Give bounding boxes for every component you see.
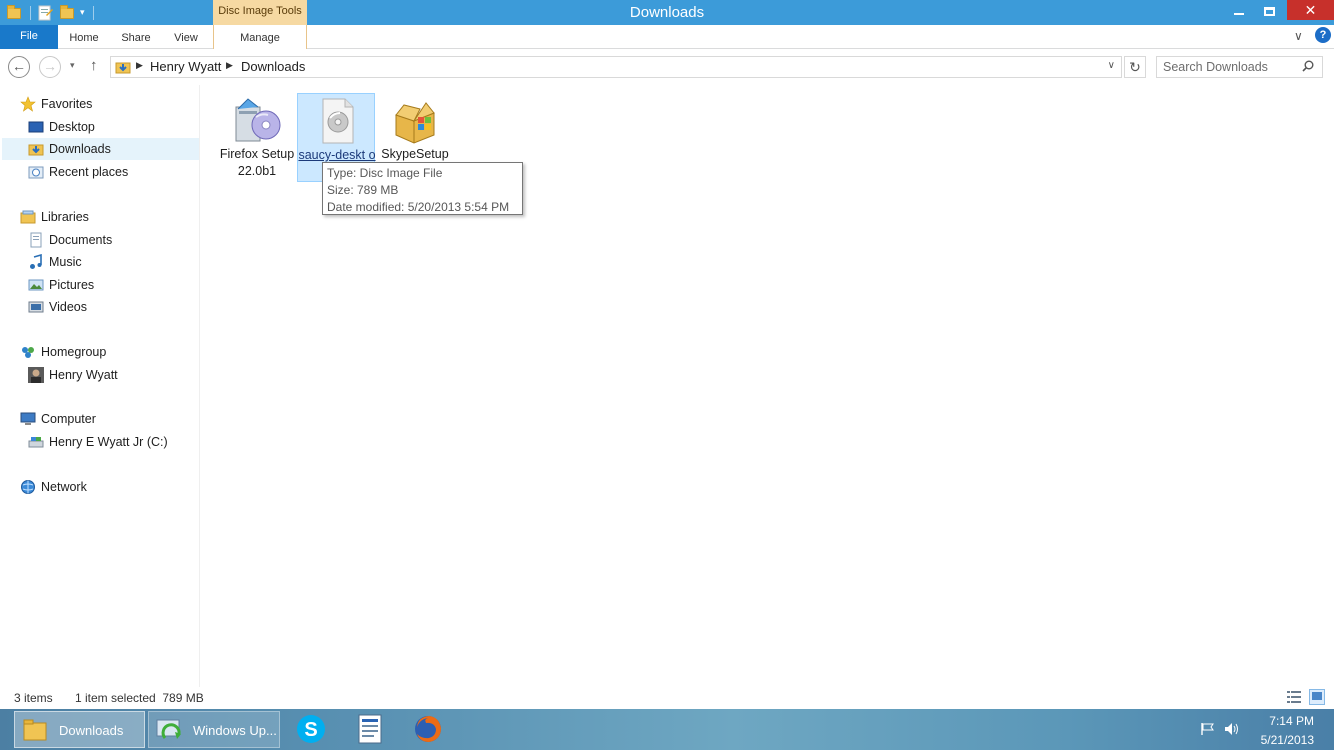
nav-item-music[interactable]: Music [28,251,198,273]
nav-homegroup[interactable]: Homegroup [20,341,198,363]
status-bar: 3 items 1 item selected 789 MB [0,687,1334,709]
forward-button[interactable]: → [39,56,61,78]
homegroup-icon [22,347,34,358]
clock-time[interactable]: 7:14 PM [1252,714,1314,728]
tab-view[interactable]: View [168,25,204,49]
windows-update-icon [156,719,181,739]
wordpad-icon[interactable] [354,713,386,745]
window-title: Downloads [629,4,705,21]
nav-item-desktop[interactable]: Desktop [28,116,198,138]
desktop-icon [28,121,44,133]
properties-icon[interactable] [37,5,53,21]
toolbar-separator [30,5,31,20]
address-bar[interactable]: ▶ Henry Wyatt ▶ Downloads ∨ [110,56,1122,78]
star-icon [20,96,36,112]
status-item-count: 3 items [14,691,53,705]
expand-ribbon-chevron-icon[interactable]: ∨ [1294,29,1303,43]
nav-favorites[interactable]: Favorites [20,93,198,115]
nav-item-pictures[interactable]: Pictures [28,274,198,296]
new-folder-icon[interactable] [59,4,75,21]
refresh-button[interactable]: ↻ [1124,56,1146,78]
videos-icon [28,301,44,313]
navigation-bar: ← → ▾ ↑ ▶ Henry Wyatt ▶ Downloads ∨ ↻ [0,49,1334,85]
tab-share[interactable]: Share [117,25,155,49]
breadcrumb-henry-wyatt[interactable]: Henry Wyatt [150,59,221,74]
search-icon[interactable] [1302,60,1314,72]
skype-icon[interactable]: S [295,713,327,745]
quick-access-toolbar: ▾ [0,0,94,25]
breadcrumb-separator-icon[interactable]: ▶ [226,60,233,71]
firefox-icon[interactable] [412,713,444,745]
contextual-tab-group-label: Disc Image Tools [213,0,307,25]
installer-box-icon [395,102,435,144]
downloads-folder-icon [115,59,131,75]
pictures-icon [28,279,44,291]
network-globe-icon [21,480,35,494]
svg-text:S: S [304,719,317,741]
search-box[interactable] [1156,56,1323,78]
nav-computer[interactable]: Computer [20,408,198,430]
address-history-dropdown-icon[interactable]: ∨ [1108,60,1115,71]
music-icon [30,254,42,269]
close-icon: ✕ [1304,2,1317,18]
user-avatar-icon [28,367,44,383]
restore-icon [1263,6,1275,16]
volume-icon[interactable] [1224,722,1240,736]
tooltip-size: Size: 789 MB [327,183,399,197]
title-bar: ▾ Disc Image Tools Downloads ✕ [0,0,1334,25]
taskbar: Downloads Windows Up... S 7:14 PM 5/21/2… [0,709,1334,750]
nav-network[interactable]: Network [20,476,198,498]
breadcrumb-downloads[interactable]: Downloads [241,59,305,74]
documents-icon [30,232,42,248]
nav-item-local-disk[interactable]: Henry E Wyatt Jr (C:) [28,431,198,453]
taskbar-button-windows-update[interactable]: Windows Up... [148,711,280,748]
navigation-pane: Favorites Desktop Downloads Recent place… [0,85,200,687]
tooltip-type: Type: Disc Image File [327,166,443,180]
recent-locations-dropdown-icon[interactable]: ▾ [70,60,75,71]
minimize-button[interactable] [1225,0,1253,20]
nav-item-henry-wyatt[interactable]: Henry Wyatt [28,364,198,386]
nav-item-videos[interactable]: Videos [28,296,198,318]
tooltip-date: Date modified: 5/20/2013 5:54 PM [327,200,510,214]
ribbon-tab-bar: File Home Share View Manage ∨ ? [0,25,1334,49]
folder-icon [23,719,47,741]
nav-item-downloads[interactable]: Downloads [28,138,198,160]
details-view-icon[interactable] [1287,690,1301,704]
close-button[interactable]: ✕ [1287,0,1334,20]
clock-date[interactable]: 5/21/2013 [1250,733,1314,747]
tab-file[interactable]: File [0,25,58,49]
refresh-icon: ↻ [1129,59,1141,75]
nav-item-recent-places[interactable]: Recent places [28,161,198,183]
file-item-firefox-setup[interactable]: Firefox Setup 22.0b1 [218,93,296,181]
disc-image-file-icon [322,98,354,144]
large-icons-view-icon[interactable] [1309,689,1325,705]
file-info-tooltip: Type: Disc Image File Size: 789 MB Date … [322,162,523,215]
status-selection-info: 1 item selected 789 MB [75,691,204,705]
back-button[interactable]: ← [8,56,30,78]
tab-home[interactable]: Home [64,25,104,49]
tab-manage[interactable]: Manage [213,25,307,49]
taskbar-button-downloads[interactable]: Downloads [14,711,145,748]
installer-disc-icon [235,98,281,142]
recent-places-icon [28,166,44,179]
minimize-icon [1234,13,1244,16]
breadcrumb-separator-icon[interactable]: ▶ [136,60,143,71]
computer-icon [20,412,36,425]
hard-drive-icon [28,437,44,448]
restore-button[interactable] [1255,0,1283,20]
downloads-folder-icon [28,144,44,156]
nav-libraries[interactable]: Libraries [20,206,198,228]
help-icon[interactable]: ? [1315,27,1331,43]
nav-item-documents[interactable]: Documents [28,229,198,251]
action-center-flag-icon[interactable] [1200,722,1216,736]
customize-toolbar-dropdown-icon[interactable]: ▾ [80,7,85,18]
toolbar-separator [92,5,94,20]
up-arrow-icon[interactable]: ↑ [90,57,98,74]
folder-icon[interactable] [6,4,22,21]
search-input[interactable] [1157,57,1297,77]
libraries-icon [20,210,36,224]
